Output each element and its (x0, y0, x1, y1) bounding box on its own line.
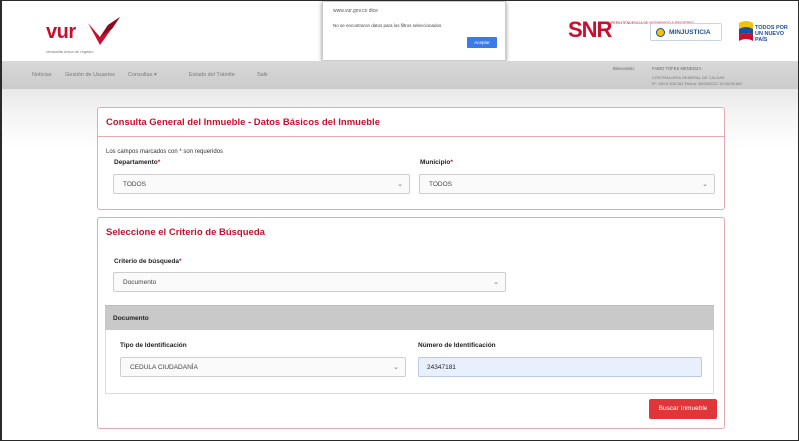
municipio-label: Municipio* (420, 159, 453, 166)
documento-section-header: Documento (105, 305, 714, 330)
numero-identificacion-value: 24347181 (427, 364, 456, 371)
minjusticia-logo[interactable]: MINJUSTICIA (650, 23, 722, 41)
criterio-select[interactable]: Documento ⌄ (113, 272, 506, 292)
alert-accept-button[interactable]: Aceptar (467, 37, 497, 48)
criterio-busqueda-card: Seleccione el Criterio de Búsqueda Crite… (97, 217, 725, 429)
todos-flag-icon (739, 21, 753, 41)
required-fields-note: Los campos marcados con * son requeridos (106, 149, 224, 155)
todos-label: TODOS POR UN NUEVO PAÍS (755, 25, 788, 43)
chevron-down-icon: ⌄ (702, 181, 708, 188)
criterio-label: Criterio de búsqueda* (114, 258, 182, 265)
minjusticia-label: MINJUSTICIA (669, 29, 711, 36)
browser-frame: vur ventanilla única de registro www.vur… (0, 0, 799, 441)
vur-logo-mark-icon (88, 17, 120, 45)
documento-section-title: Documento (113, 315, 149, 322)
criterio-value: Documento (123, 279, 157, 286)
buscar-inmueble-button[interactable]: Buscar Inmueble (649, 399, 717, 419)
chevron-down-icon: ⌄ (393, 364, 399, 371)
user-label: Bienvenido: (613, 66, 635, 71)
nav-item-gestion-usuarios[interactable]: Gestión de Usuarios (65, 72, 115, 78)
departamento-value: TODOS (123, 181, 146, 188)
vur-logo-tagline: ventanilla única de registro (46, 49, 94, 54)
chevron-down-icon: ⌄ (397, 181, 403, 188)
documento-section-body: Tipo de Identificación CEDULA CIUDADANÍA… (105, 330, 714, 394)
card-divider (98, 136, 724, 137)
numero-identificacion-label: Número de Identificación (418, 342, 496, 349)
user-organization: CONTRALORIA GENERAL DE CALDAS (652, 75, 725, 80)
vur-logo-text: vur (46, 21, 76, 43)
session-info: IP: 190.9.108.162 Fecha: 30/04/2021 10:4… (652, 81, 742, 86)
minjusticia-seal-icon (656, 28, 665, 37)
tipo-identificacion-select[interactable]: CEDULA CIUDADANÍA ⌄ (120, 357, 406, 377)
nav-item-consultas[interactable]: Consultas ▾ (128, 72, 157, 78)
departamento-select[interactable]: TODOS ⌄ (113, 174, 410, 194)
tipo-identificacion-value: CEDULA CIUDADANÍA (130, 364, 198, 371)
datos-basicos-card: Consulta General del Inmueble - Datos Bá… (97, 107, 725, 210)
alert-dialog: www.vur.gov.co dice No se encontraron da… (322, 1, 506, 61)
alert-message: No se encontraron datos para los filtros… (333, 23, 442, 28)
municipio-value: TODOS (429, 181, 452, 188)
tipo-identificacion-label: Tipo de Identificación (120, 342, 187, 349)
alert-origin: www.vur.gov.co dice (333, 8, 378, 14)
main-nav: Noticias Gestión de Usuarios Consultas ▾… (2, 61, 798, 89)
nav-item-noticias[interactable]: Noticias (32, 72, 52, 78)
snr-logo[interactable]: SNR SUPERINTENDENCIA DE NOTARIADO & REGI… (568, 17, 694, 43)
user-name: FABIO TOFES MENDOZA (652, 66, 702, 71)
municipio-select[interactable]: TODOS ⌄ (419, 174, 715, 194)
nav-item-estado-tramite[interactable]: Estado del Trámite (189, 72, 235, 78)
card-title-datos-basicos: Consulta General del Inmueble - Datos Bá… (106, 117, 380, 128)
site-header: vur ventanilla única de registro www.vur… (2, 1, 798, 61)
numero-identificacion-input[interactable]: 24347181 (418, 357, 702, 377)
snr-logo-subtitle: SUPERINTENDENCIA DE NOTARIADO & REGISTRO (606, 21, 694, 25)
todos-por-un-nuevo-pais-logo[interactable]: TODOS POR UN NUEVO PAÍS (737, 15, 797, 47)
card-title-criterio: Seleccione el Criterio de Búsqueda (106, 227, 265, 238)
chevron-down-icon: ⌄ (493, 279, 499, 286)
departamento-label: Departamento* (114, 159, 161, 166)
nav-item-salir[interactable]: Salir (257, 72, 268, 78)
snr-logo-letters: SNR (568, 17, 612, 42)
